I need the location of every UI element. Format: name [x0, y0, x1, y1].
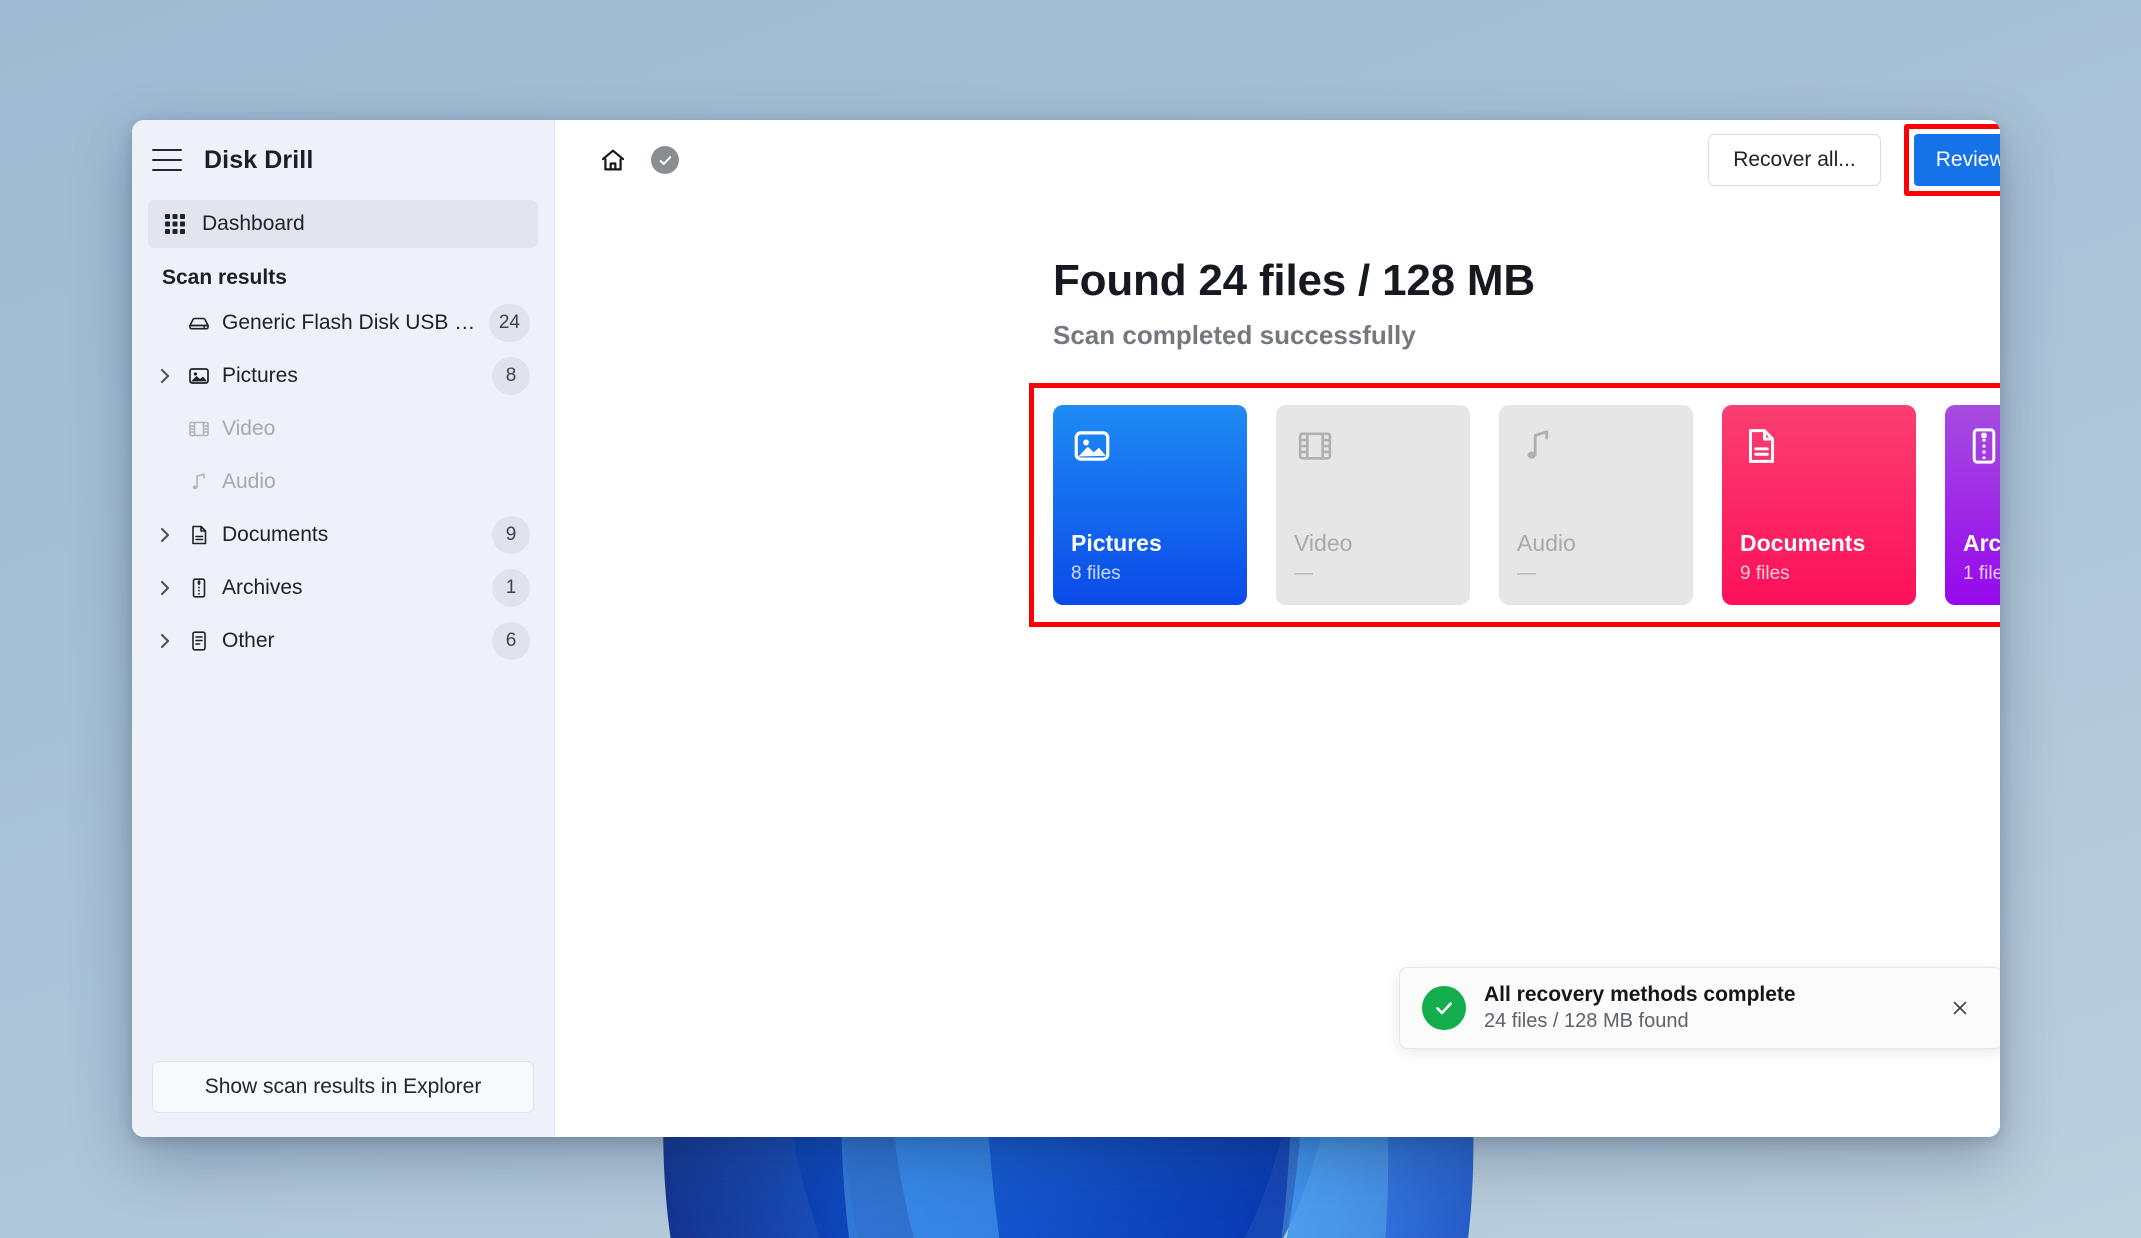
category-file-count: 1 files — [1963, 563, 2000, 584]
category-card-documents[interactable]: Documents 9 files — [1722, 405, 1916, 605]
category-file-count: — — [1517, 563, 1536, 584]
sidebar-item-generic-flash-disk[interactable]: Generic Flash Disk USB D... 24 — [148, 296, 538, 349]
sidebar-item-label: Documents — [222, 522, 329, 546]
category-card-pictures[interactable]: Pictures 8 files — [1053, 405, 1247, 605]
sidebar-item-label: Pictures — [222, 363, 298, 387]
category-file-count: 8 files — [1071, 563, 1121, 584]
app-title: Disk Drill — [204, 145, 314, 174]
category-card-audio[interactable]: Audio — — [1499, 405, 1693, 605]
sidebar-item-video[interactable]: Video — [148, 402, 538, 455]
sidebar-item-label: Archives — [222, 575, 303, 599]
sidebar-footer: Show scan results in Explorer — [132, 1045, 554, 1137]
sidebar-item-label: Other — [222, 628, 275, 652]
sidebar-count-badge: 9 — [492, 515, 530, 554]
disk-drill-window: Disk Drill Dashboard Scan results Generi… — [132, 120, 2000, 1137]
check-circle-filled-icon — [1422, 986, 1466, 1030]
chevron-right-icon[interactable] — [154, 526, 176, 544]
sidebar-count-badge: 6 — [492, 621, 530, 660]
sidebar-header: Disk Drill — [132, 120, 554, 200]
sidebar-item-label: Video — [222, 416, 276, 440]
sidebar-item-audio[interactable]: Audio — [148, 455, 538, 508]
sidebar-item-label: Audio — [222, 469, 276, 493]
film-icon — [1294, 425, 1338, 469]
category-card-video[interactable]: Video — — [1276, 405, 1470, 605]
page-subtitle: Scan completed successfully — [1053, 320, 1416, 350]
category-file-count: 9 files — [1740, 563, 1790, 584]
sidebar-count-badge: 24 — [488, 303, 530, 342]
category-name: Video — [1294, 529, 1353, 556]
archive-icon — [1963, 425, 2000, 469]
document-icon — [1740, 425, 1784, 469]
music-icon — [186, 469, 212, 495]
other-icon — [186, 628, 212, 654]
main-panel: Recover all... Review found items Found … — [555, 120, 2000, 1137]
check-circle-icon[interactable] — [651, 146, 679, 174]
category-card-text: Pictures 8 files — [1071, 529, 1229, 585]
toast-notification: All recovery methods complete 24 files /… — [1399, 967, 2000, 1049]
toast-body: All recovery methods complete 24 files /… — [1484, 983, 1922, 1033]
sidebar-count-badge: 8 — [492, 356, 530, 395]
grid-icon — [162, 211, 188, 237]
sidebar-item-pictures[interactable]: Pictures 8 — [148, 349, 538, 402]
show-scan-results-in-explorer-button[interactable]: Show scan results in Explorer — [152, 1061, 534, 1113]
sidebar-count-badge: 1 — [492, 568, 530, 607]
category-card-archives[interactable]: Archives 1 files — [1945, 405, 2000, 605]
sidebar-section-title: Scan results — [162, 266, 287, 289]
home-icon[interactable] — [591, 138, 635, 182]
film-icon — [186, 416, 212, 442]
content-area: Found 24 files / 128 MB Scan completed s… — [555, 200, 2000, 1137]
sidebar-item-label: Generic Flash Disk USB D... — [222, 310, 479, 334]
category-name: Audio — [1517, 529, 1576, 556]
sidebar: Disk Drill Dashboard Scan results Generi… — [132, 120, 555, 1137]
category-cards-region: Pictures 8 files Video — Audio — Documen… — [1029, 383, 2000, 627]
sidebar-item-other[interactable]: Other 6 — [148, 614, 538, 667]
category-cards-row: Pictures 8 files Video — Audio — Documen… — [1029, 383, 2000, 627]
sidebar-item-label: Dashboard — [202, 212, 305, 235]
desktop-background: Disk Drill Dashboard Scan results Generi… — [0, 0, 2141, 1238]
review-found-items-wrapper: Review found items — [1903, 124, 2000, 196]
picture-icon — [186, 363, 212, 389]
chevron-right-icon[interactable] — [154, 367, 176, 385]
toast-title: All recovery methods complete — [1484, 983, 1796, 1006]
toast-subtitle: 24 files / 128 MB found — [1484, 1010, 1689, 1032]
category-file-count: — — [1294, 563, 1313, 584]
sidebar-item-archives[interactable]: Archives 1 — [148, 561, 538, 614]
page-title: Found 24 files / 128 MB — [1053, 256, 1535, 305]
chevron-right-icon[interactable] — [154, 579, 176, 597]
chevron-right-icon[interactable] — [154, 632, 176, 650]
disk-icon — [186, 310, 212, 336]
review-found-items-button[interactable]: Review found items — [1913, 134, 2000, 186]
sidebar-nav: Dashboard Scan results Generic Flash Dis… — [132, 200, 554, 1045]
category-name: Archives — [1963, 529, 2000, 556]
archive-icon — [186, 575, 212, 601]
category-card-text: Documents 9 files — [1740, 529, 1898, 585]
recover-all-button[interactable]: Recover all... — [1708, 134, 1881, 186]
document-icon — [186, 522, 212, 548]
music-icon — [1517, 425, 1561, 469]
sidebar-item-documents[interactable]: Documents 9 — [148, 508, 538, 561]
category-name: Documents — [1740, 529, 1866, 556]
category-card-text: Video — — [1294, 529, 1452, 585]
hamburger-icon[interactable] — [152, 149, 182, 171]
category-card-text: Archives 1 files — [1963, 529, 2000, 585]
picture-icon — [1071, 425, 1115, 469]
sidebar-item-dashboard[interactable]: Dashboard — [148, 200, 538, 248]
toolbar: Recover all... Review found items — [555, 120, 2000, 200]
category-card-text: Audio — — [1517, 529, 1675, 585]
category-name: Pictures — [1071, 529, 1162, 556]
close-icon[interactable] — [1940, 988, 1980, 1028]
